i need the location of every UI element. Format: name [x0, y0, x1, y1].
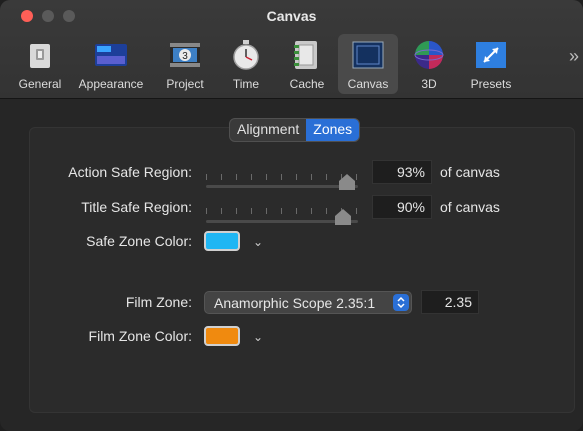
toolbar-label: Canvas	[347, 77, 389, 91]
toolbar-item-3d[interactable]: 3D	[399, 34, 459, 94]
toolbar-label: Appearance	[78, 77, 144, 91]
stopwatch-icon	[229, 38, 263, 72]
safe-zone-color-well[interactable]	[204, 231, 240, 251]
title-safe-value-field[interactable]: 90%	[372, 195, 432, 219]
title-safe-label: Title Safe Region:	[81, 199, 192, 215]
toolbar-label: 3D	[421, 77, 437, 91]
toolbar-item-project[interactable]: 3 Project	[155, 34, 215, 94]
popup-stepper-icon	[393, 294, 409, 311]
toolbar-label: General	[18, 77, 62, 91]
toolbar-label: Project	[166, 77, 204, 91]
title-safe-suffix: of canvas	[440, 199, 500, 215]
toolbar-label: Presets	[470, 77, 512, 91]
action-safe-value-field[interactable]: 93%	[372, 160, 432, 184]
svg-text:3: 3	[182, 51, 188, 62]
toolbar-item-appearance[interactable]: Appearance	[78, 34, 144, 94]
toolbar-item-cache[interactable]: Cache	[277, 34, 337, 94]
toolbar-item-time[interactable]: Time	[216, 34, 276, 94]
titlebar: Canvas General Appearance 3 Project Time…	[0, 0, 583, 99]
action-safe-slider-thumb[interactable]	[338, 173, 356, 191]
film-zone-color-well[interactable]	[204, 326, 240, 346]
action-safe-slider-track[interactable]	[206, 185, 358, 188]
project-icon: 3	[168, 38, 202, 72]
action-safe-ticks	[206, 174, 358, 180]
safe-zone-color-label: Safe Zone Color:	[86, 233, 192, 249]
presets-icon	[474, 38, 508, 72]
film-zone-label: Film Zone:	[125, 294, 192, 310]
toolbar-label: Time	[232, 77, 260, 91]
film-zone-ratio-field[interactable]: 2.35	[421, 290, 479, 314]
toolbar-item-canvas[interactable]: Canvas	[338, 34, 398, 94]
3d-sphere-icon	[412, 38, 446, 72]
tab-zones[interactable]: Zones	[306, 119, 360, 141]
toolbar-label: Cache	[289, 77, 325, 91]
window-title: Canvas	[266, 8, 317, 24]
more-toolbar-items-icon[interactable]: »	[569, 46, 579, 67]
chevron-down-icon[interactable]: ⌄	[253, 235, 263, 249]
action-safe-suffix: of canvas	[440, 164, 500, 180]
chevron-down-icon[interactable]: ⌄	[253, 330, 263, 344]
action-safe-label: Action Safe Region:	[68, 164, 192, 180]
general-icon	[23, 38, 57, 72]
toolbar-item-presets[interactable]: Presets	[461, 34, 521, 94]
canvas-icon	[351, 38, 385, 72]
tab-control: Alignment Zones	[229, 118, 361, 142]
cache-icon	[290, 38, 324, 72]
toolbar-item-general[interactable]: General	[10, 34, 70, 94]
preferences-toolbar: General Appearance 3 Project Time Cache …	[0, 34, 583, 96]
preferences-window: Canvas General Appearance 3 Project Time…	[0, 0, 583, 431]
appearance-icon	[94, 38, 128, 72]
title-safe-slider-thumb[interactable]	[334, 208, 352, 226]
film-zone-popup[interactable]: Anamorphic Scope 2.35:1	[204, 291, 412, 314]
film-zone-selected: Anamorphic Scope 2.35:1	[214, 295, 376, 311]
film-zone-color-label: Film Zone Color:	[88, 328, 192, 344]
tab-alignment[interactable]: Alignment	[230, 119, 306, 141]
